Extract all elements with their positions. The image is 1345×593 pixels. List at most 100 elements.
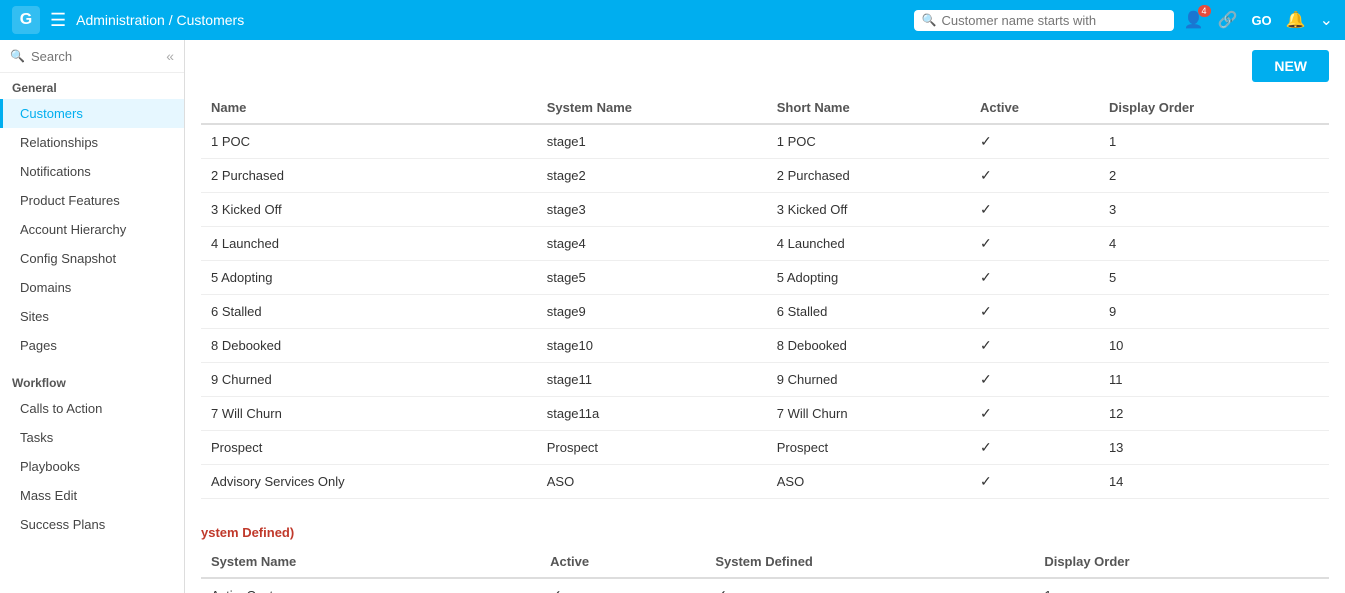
sidebar-general-section: General Customers Relationships Notifica… (0, 73, 184, 360)
cell-active: ✓ (970, 465, 1099, 499)
sidebar-item-sites[interactable]: Sites (0, 302, 184, 331)
section2-header: ystem Defined) (185, 515, 1345, 546)
sidebar-item-account-hierarchy[interactable]: Account Hierarchy (0, 215, 184, 244)
sidebar-item-calls-to-action[interactable]: Calls to Action (0, 394, 184, 423)
section2-table-section: System Name Active System Defined Displa… (185, 546, 1345, 593)
hierarchy-nav-icon[interactable]: 🔗 (1218, 10, 1238, 30)
sidebar-item-notifications[interactable]: Notifications (0, 157, 184, 186)
cell-name: 8 Debooked (201, 329, 537, 363)
table-row[interactable]: 1 POC stage1 1 POC ✓ 1 (201, 124, 1329, 159)
table-row[interactable]: 3 Kicked Off stage3 3 Kicked Off ✓ 3 (201, 193, 1329, 227)
col-header-display-order: Display Order (1099, 92, 1329, 124)
go-nav-icon[interactable]: GO (1251, 13, 1271, 28)
cell-short-name: 5 Adopting (767, 261, 970, 295)
hamburger-menu[interactable]: ☰ (50, 10, 66, 31)
cell2-system-defined: ✓ (705, 578, 1034, 593)
top-search-input[interactable] (942, 13, 1166, 28)
table-row[interactable]: 9 Churned stage11 9 Churned ✓ 11 (201, 363, 1329, 397)
cell-system-name: stage4 (537, 227, 767, 261)
cell-short-name: 4 Launched (767, 227, 970, 261)
sidebar-item-customers[interactable]: Customers (0, 99, 184, 128)
breadcrumb: Administration / Customers (76, 12, 903, 28)
cell-name: 9 Churned (201, 363, 537, 397)
cell-name: Advisory Services Only (201, 465, 537, 499)
bell-nav-icon[interactable]: 🔔 (1286, 10, 1306, 30)
cell-system-name: Prospect (537, 431, 767, 465)
cell-system-name: ASO (537, 465, 767, 499)
chevron-nav-icon[interactable]: ⌄ (1320, 10, 1333, 30)
new-button[interactable]: NEW (1252, 50, 1329, 82)
col2-header-system-defined: System Defined (705, 546, 1034, 578)
col-header-system-name: System Name (537, 92, 767, 124)
cell-active: ✓ (970, 397, 1099, 431)
table-row[interactable]: Prospect Prospect Prospect ✓ 13 (201, 431, 1329, 465)
cell-system-name: stage9 (537, 295, 767, 329)
cell-short-name: 7 Will Churn (767, 397, 970, 431)
cell-system-name: stage1 (537, 124, 767, 159)
sidebar-item-mass-edit[interactable]: Mass Edit (0, 481, 184, 510)
table2-header-row: System Name Active System Defined Displa… (201, 546, 1329, 578)
sidebar-search-input[interactable] (31, 49, 160, 64)
table-row[interactable]: 6 Stalled stage9 6 Stalled ✓ 9 (201, 295, 1329, 329)
cell-name: Prospect (201, 431, 537, 465)
table-row[interactable]: 2 Purchased stage2 2 Purchased ✓ 2 (201, 159, 1329, 193)
customers-table: Name System Name Short Name Active Displ… (201, 92, 1329, 499)
cell-short-name: ASO (767, 465, 970, 499)
sidebar-item-relationships[interactable]: Relationships (0, 128, 184, 157)
users-badge: 4 (1198, 5, 1211, 17)
col-header-active: Active (970, 92, 1099, 124)
table-row[interactable]: Advisory Services Only ASO ASO ✓ 14 (201, 465, 1329, 499)
cell-name: 3 Kicked Off (201, 193, 537, 227)
cell-display-order: 14 (1099, 465, 1329, 499)
main-header: NEW (185, 40, 1345, 92)
cell-name: 5 Adopting (201, 261, 537, 295)
cell-system-name: stage11a (537, 397, 767, 431)
sidebar-item-playbooks[interactable]: Playbooks (0, 452, 184, 481)
cell-name: 7 Will Churn (201, 397, 537, 431)
sidebar: 🔍 « General Customers Relationships Noti… (0, 40, 185, 593)
cell-display-order: 10 (1099, 329, 1329, 363)
cell-short-name: 6 Stalled (767, 295, 970, 329)
cell-active: ✓ (970, 227, 1099, 261)
cell-system-name: stage10 (537, 329, 767, 363)
table2-row[interactable]: ActiveCustomer ✓ ✓ 1 (201, 578, 1329, 593)
cell-system-name: stage5 (537, 261, 767, 295)
sidebar-item-pages[interactable]: Pages (0, 331, 184, 360)
layout: 🔍 « General Customers Relationships Noti… (0, 40, 1345, 593)
cell-name: 4 Launched (201, 227, 537, 261)
cell-short-name: 1 POC (767, 124, 970, 159)
app-logo: G (12, 6, 40, 34)
section2-table: System Name Active System Defined Displa… (201, 546, 1329, 593)
table-row[interactable]: 7 Will Churn stage11a 7 Will Churn ✓ 12 (201, 397, 1329, 431)
table-row[interactable]: 5 Adopting stage5 5 Adopting ✓ 5 (201, 261, 1329, 295)
table-row[interactable]: 8 Debooked stage10 8 Debooked ✓ 10 (201, 329, 1329, 363)
top-search-bar[interactable]: 🔍 (914, 10, 1174, 31)
sidebar-item-domains[interactable]: Domains (0, 273, 184, 302)
sidebar-collapse-button[interactable]: « (166, 48, 174, 64)
users-nav-icon[interactable]: 👤 4 (1184, 10, 1204, 30)
cell2-active: ✓ (540, 578, 705, 593)
cell2-display-order: 1 (1034, 578, 1329, 593)
sidebar-search-icon: 🔍 (10, 49, 25, 63)
cell-active: ✓ (970, 159, 1099, 193)
top-search-icon: 🔍 (922, 13, 937, 27)
sidebar-item-config-snapshot[interactable]: Config Snapshot (0, 244, 184, 273)
col-header-short-name: Short Name (767, 92, 970, 124)
sidebar-item-success-plans[interactable]: Success Plans (0, 510, 184, 539)
cell-system-name: stage11 (537, 363, 767, 397)
cell2-system-name: ActiveCustomer (201, 578, 540, 593)
sidebar-workflow-section: Workflow Calls to Action Tasks Playbooks… (0, 360, 184, 539)
table-row[interactable]: 4 Launched stage4 4 Launched ✓ 4 (201, 227, 1329, 261)
cell-display-order: 2 (1099, 159, 1329, 193)
cell-display-order: 13 (1099, 431, 1329, 465)
sidebar-search-bar[interactable]: 🔍 « (0, 40, 184, 73)
cell-display-order: 4 (1099, 227, 1329, 261)
sidebar-section-general: General (0, 73, 184, 99)
col2-header-system-name: System Name (201, 546, 540, 578)
main-content: NEW Name System Name Short Name Active D… (185, 40, 1345, 593)
cell-short-name: 2 Purchased (767, 159, 970, 193)
sidebar-item-product-features[interactable]: Product Features (0, 186, 184, 215)
cell-short-name: 9 Churned (767, 363, 970, 397)
sidebar-item-tasks[interactable]: Tasks (0, 423, 184, 452)
col2-header-active: Active (540, 546, 705, 578)
